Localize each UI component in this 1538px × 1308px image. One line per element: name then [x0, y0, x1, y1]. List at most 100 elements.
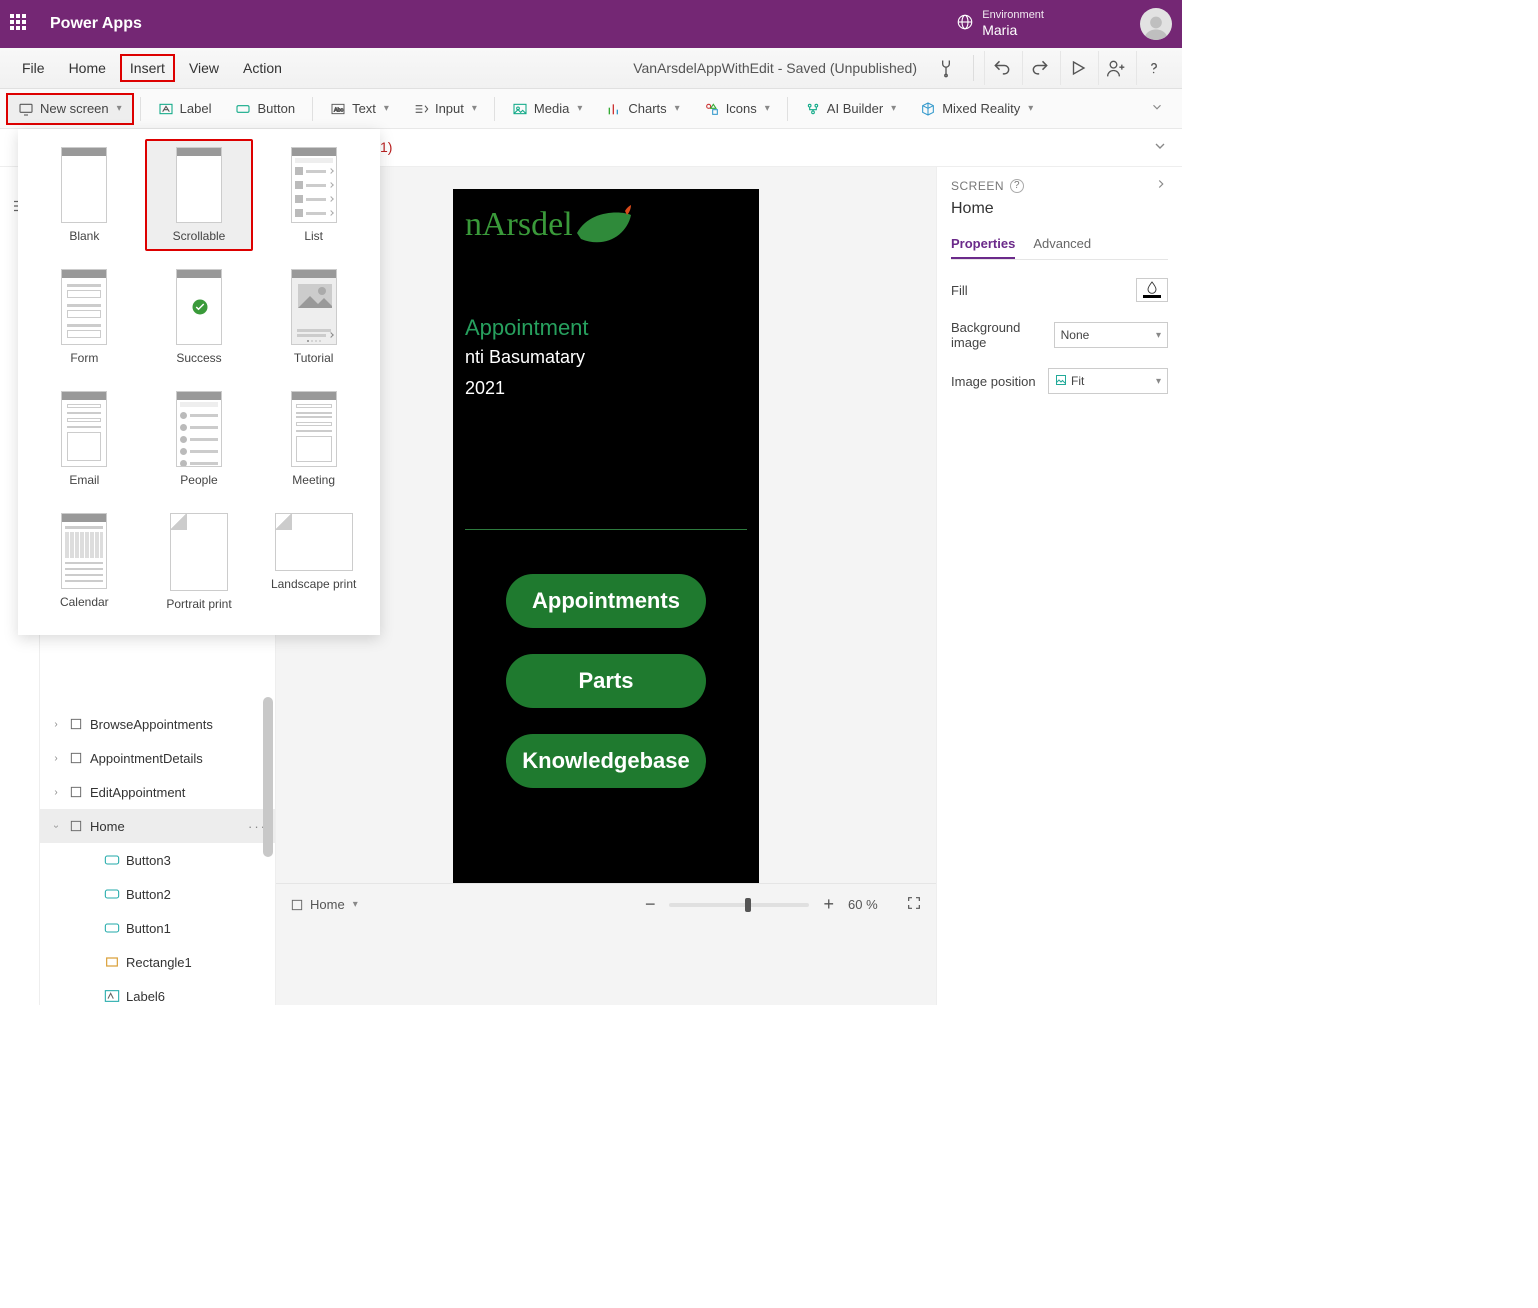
tree-item-label: Button2: [126, 887, 171, 902]
waffle-icon[interactable]: [10, 14, 30, 34]
zoom-out-icon[interactable]: −: [645, 894, 656, 915]
info-icon[interactable]: ?: [1010, 179, 1024, 193]
button-icon: [104, 852, 120, 868]
screen-selector[interactable]: Home ▾: [290, 897, 358, 912]
mixed-reality-button[interactable]: Mixed Reality ▾: [909, 94, 1044, 124]
image-position-select[interactable]: Fit ▾: [1048, 368, 1168, 394]
chevron-down-icon: ▾: [384, 103, 389, 114]
tree-item-button1[interactable]: Button1: [40, 911, 275, 945]
gallery-item-portrait-print[interactable]: Portrait print: [145, 505, 254, 619]
env-name: Maria: [982, 22, 1044, 39]
menu-insert[interactable]: Insert: [120, 54, 175, 82]
gallery-item-landscape-print[interactable]: Landscape print: [259, 505, 368, 619]
redo-icon[interactable]: [1022, 51, 1056, 85]
gallery-item-scrollable[interactable]: Scrollable: [145, 139, 254, 251]
knowledgebase-button[interactable]: Knowledgebase: [506, 734, 706, 788]
gallery-item-tutorial[interactable]: Tutorial: [259, 261, 368, 373]
logo-text: nArsdel: [465, 206, 573, 244]
gallery-item-label: Landscape print: [271, 577, 356, 591]
tree-item-rectangle1[interactable]: Rectangle1: [40, 945, 275, 979]
zoom-slider[interactable]: [669, 903, 809, 907]
icons-button[interactable]: Icons ▾: [693, 94, 781, 124]
tree-item-label: Button1: [126, 921, 171, 936]
gallery-item-calendar[interactable]: Calendar: [30, 505, 139, 619]
next-appointment-name: nti Basumatary: [465, 347, 747, 368]
tree-item-label6[interactable]: Label6: [40, 979, 275, 1005]
chevron-down-icon: ▾: [1028, 103, 1033, 114]
gallery-item-success[interactable]: Success: [145, 261, 254, 373]
gallery-item-label: Tutorial: [294, 351, 334, 365]
tab-properties[interactable]: Properties: [951, 230, 1015, 259]
label-icon: [104, 988, 120, 1004]
share-icon[interactable]: [1098, 51, 1132, 85]
phone-preview[interactable]: nArsdel Appointment nti Basumatary 2021 …: [453, 189, 759, 883]
charts-button[interactable]: Charts ▾: [595, 94, 690, 124]
screen-icon: [68, 716, 84, 732]
fill-color-picker[interactable]: [1136, 278, 1168, 302]
gallery-item-label: People: [180, 473, 217, 487]
menu-view[interactable]: View: [179, 54, 229, 82]
button-button[interactable]: Button: [224, 94, 306, 124]
gallery-item-label: Meeting: [292, 473, 335, 487]
chevron-down-icon: ▾: [891, 103, 896, 114]
environment-picker[interactable]: Environment Maria: [956, 9, 1044, 39]
gallery-item-blank[interactable]: Blank: [30, 139, 139, 251]
undo-icon[interactable]: [984, 51, 1018, 85]
chevron-right-icon[interactable]: [1154, 177, 1168, 194]
ai-builder-button[interactable]: AI Builder ▾: [794, 94, 907, 124]
prop-bg-label: Background image: [951, 320, 1054, 350]
button-label: Button: [257, 101, 295, 116]
play-icon[interactable]: [1060, 51, 1094, 85]
new-screen-label: New screen: [40, 101, 109, 116]
chevron-down-icon: ▾: [1156, 376, 1161, 387]
menu-file[interactable]: File: [12, 54, 55, 82]
new-screen-gallery: Blank Scrollable List: [18, 129, 380, 635]
tree-item-appointmentdetails[interactable]: › AppointmentDetails: [40, 741, 275, 775]
gallery-item-meeting[interactable]: Meeting: [259, 383, 368, 495]
appointments-button[interactable]: Appointments: [506, 574, 706, 628]
canvas-bottombar: Home ▾ − + 60 %: [276, 883, 936, 925]
label-button[interactable]: Label: [147, 94, 223, 124]
chevron-right-icon: ›: [50, 719, 62, 730]
icons-label: Icons: [726, 101, 757, 116]
input-button[interactable]: Input ▾: [402, 94, 488, 124]
prop-imgpos-label: Image position: [951, 374, 1036, 389]
tree-item-browseappointments[interactable]: › BrowseAppointments: [40, 707, 275, 741]
chevron-down-icon: ▾: [765, 103, 770, 114]
ribbon-insert: New screen ▾ Label Button Abc Text ▾ Inp…: [0, 89, 1182, 129]
tree-item-label: AppointmentDetails: [90, 751, 203, 766]
charts-icon: [606, 101, 622, 117]
media-button[interactable]: Media ▾: [501, 94, 593, 124]
gallery-item-label: Form: [70, 351, 98, 365]
menu-action[interactable]: Action: [233, 54, 292, 82]
chevron-down-icon: ▾: [675, 103, 680, 114]
gallery-item-people[interactable]: People: [145, 383, 254, 495]
help-icon[interactable]: [1136, 51, 1170, 85]
tree-scrollbar[interactable]: [263, 697, 273, 857]
tree-item-home[interactable]: › Home ···: [40, 809, 275, 843]
formula-expand-icon[interactable]: [1138, 138, 1182, 157]
bg-image-select[interactable]: None ▾: [1054, 322, 1168, 348]
media-label: Media: [534, 101, 569, 116]
new-screen-button[interactable]: New screen ▾: [6, 93, 134, 125]
tab-advanced[interactable]: Advanced: [1033, 230, 1091, 259]
app-checker-icon[interactable]: [929, 51, 963, 85]
gallery-item-label: Blank: [69, 229, 99, 243]
zoom-in-icon[interactable]: +: [823, 894, 834, 915]
gallery-item-email[interactable]: Email: [30, 383, 139, 495]
gallery-item-form[interactable]: Form: [30, 261, 139, 373]
gallery-item-list[interactable]: List: [259, 139, 368, 251]
divider: [465, 529, 747, 530]
tree-item-button2[interactable]: Button2: [40, 877, 275, 911]
user-avatar[interactable]: [1140, 8, 1172, 40]
parts-button[interactable]: Parts: [506, 654, 706, 708]
text-button[interactable]: Abc Text ▾: [319, 94, 400, 124]
menu-home[interactable]: Home: [59, 54, 116, 82]
ribbon-overflow[interactable]: [1138, 94, 1176, 123]
fit-to-window-icon[interactable]: [906, 895, 922, 914]
tree-item-editappointment[interactable]: › EditAppointment: [40, 775, 275, 809]
tree-item-label: Home: [90, 819, 125, 834]
screen-selector-label: Home: [310, 897, 345, 912]
tree-item-button3[interactable]: Button3: [40, 843, 275, 877]
input-icon: [413, 101, 429, 117]
